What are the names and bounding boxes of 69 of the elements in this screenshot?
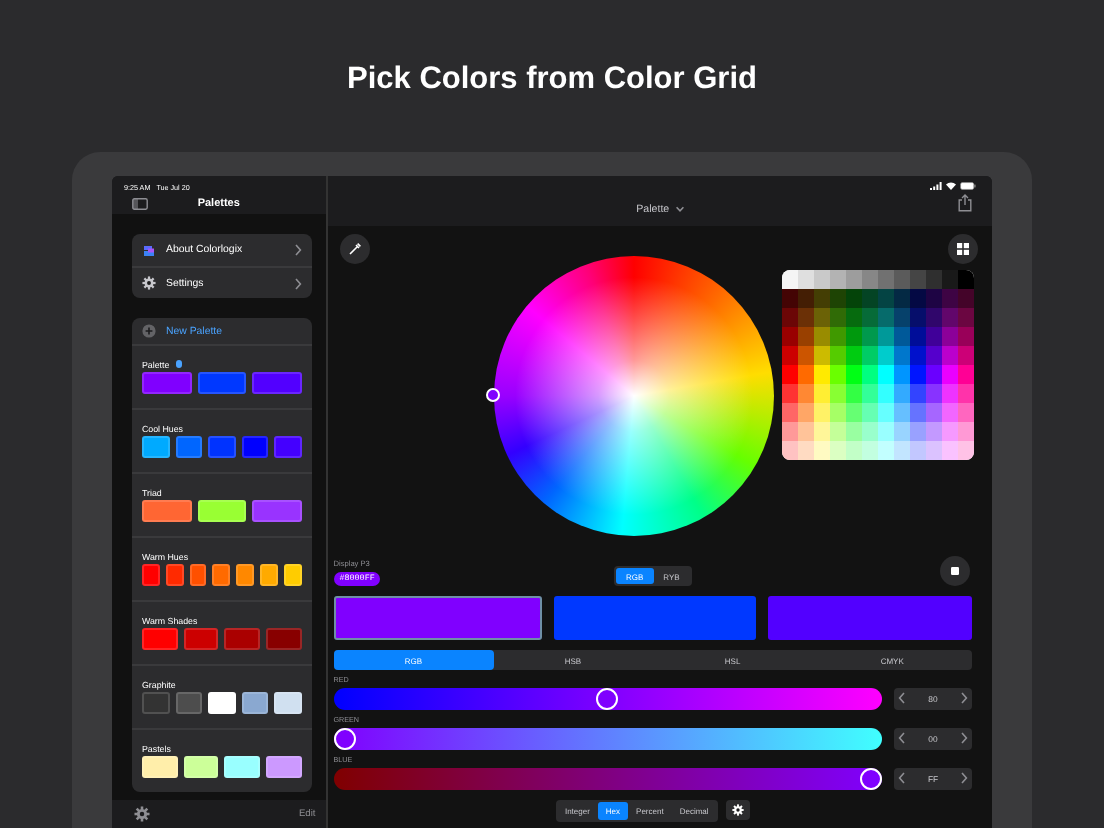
- channel-slider-track[interactable]: [333, 767, 882, 789]
- app-logo-icon: [142, 243, 156, 257]
- palette-swatch[interactable]: [165, 564, 184, 586]
- palette-swatch[interactable]: [183, 628, 219, 650]
- color-swatch[interactable]: [333, 596, 541, 640]
- format-settings-button[interactable]: [726, 800, 751, 821]
- wheel-handle[interactable]: [485, 388, 500, 402]
- palette-swatch[interactable]: [274, 692, 302, 714]
- palette-swatch[interactable]: [142, 500, 192, 522]
- chevron-right-icon[interactable]: [959, 732, 968, 744]
- palette-swatch[interactable]: [212, 564, 231, 586]
- slider-thumb[interactable]: [596, 687, 619, 709]
- palette-swatch[interactable]: [224, 628, 261, 650]
- channel-slider-track[interactable]: [333, 727, 882, 749]
- palette-swatch[interactable]: [260, 564, 278, 586]
- chevron-left-icon[interactable]: [898, 692, 906, 704]
- page-headline: Pick Colors from Color Grid: [345, 60, 759, 100]
- palette-swatch[interactable]: [274, 436, 302, 458]
- slider-thumb[interactable]: [333, 727, 356, 749]
- channel-slider-track[interactable]: [333, 687, 882, 709]
- palette-swatch[interactable]: [175, 436, 203, 458]
- palette-swatch[interactable]: [208, 692, 236, 714]
- palette-swatch[interactable]: [266, 756, 302, 778]
- palette-swatch[interactable]: [142, 372, 192, 394]
- square-button[interactable]: [940, 556, 970, 586]
- settings-icon[interactable]: [134, 806, 150, 822]
- eyedropper-button[interactable]: [339, 234, 370, 264]
- palette-swatch[interactable]: [142, 628, 178, 650]
- palette-swatch[interactable]: [175, 692, 203, 714]
- chevron-left-icon[interactable]: [898, 732, 906, 744]
- chevron-right-icon[interactable]: [960, 772, 968, 784]
- grid-icon: [956, 242, 970, 256]
- chevron-right-icon[interactable]: [959, 692, 968, 704]
- palette-swatch[interactable]: [142, 564, 160, 586]
- color-grid-drawing[interactable]: [781, 270, 974, 460]
- share-icon[interactable]: [958, 194, 972, 212]
- grid-button[interactable]: [948, 234, 978, 264]
- palette-swatch[interactable]: [283, 564, 302, 586]
- palette-swatch[interactable]: [183, 756, 219, 778]
- palette-swatch[interactable]: [241, 436, 269, 458]
- palette-swatch[interactable]: [142, 436, 170, 458]
- palette-swatch[interactable]: [241, 692, 269, 714]
- palette-swatch[interactable]: [142, 756, 178, 778]
- palette-swatch[interactable]: [189, 564, 207, 586]
- palette-swatch[interactable]: [224, 756, 261, 778]
- sidebar-toggle-icon[interactable]: [132, 198, 148, 210]
- chevron-left-icon[interactable]: [898, 772, 906, 784]
- gear-icon: [732, 804, 745, 817]
- palette-swatch[interactable]: [266, 628, 302, 650]
- palette-swatch[interactable]: [142, 692, 170, 714]
- palette-swatch[interactable]: [197, 372, 247, 394]
- color-swatch[interactable]: [768, 596, 972, 640]
- palette-swatch[interactable]: [252, 500, 302, 522]
- palette-swatch[interactable]: [236, 564, 255, 586]
- chevron-right-icon: [293, 277, 302, 289]
- color-swatch[interactable]: [553, 596, 757, 640]
- signal-icon: [930, 182, 942, 190]
- eyedropper-icon: [347, 242, 362, 256]
- palette-swatch[interactable]: [197, 500, 247, 522]
- plus-circle-icon[interactable]: [142, 324, 156, 338]
- wifi-icon: [946, 182, 956, 190]
- palette-swatch[interactable]: [252, 372, 302, 394]
- chevron-down-icon: [675, 204, 684, 216]
- gear-icon: [142, 276, 156, 290]
- square-icon: [950, 566, 960, 576]
- battery-icon: [960, 182, 976, 190]
- slider-thumb[interactable]: [860, 767, 882, 789]
- palette-swatch[interactable]: [208, 436, 236, 458]
- chevron-right-icon: [293, 244, 302, 256]
